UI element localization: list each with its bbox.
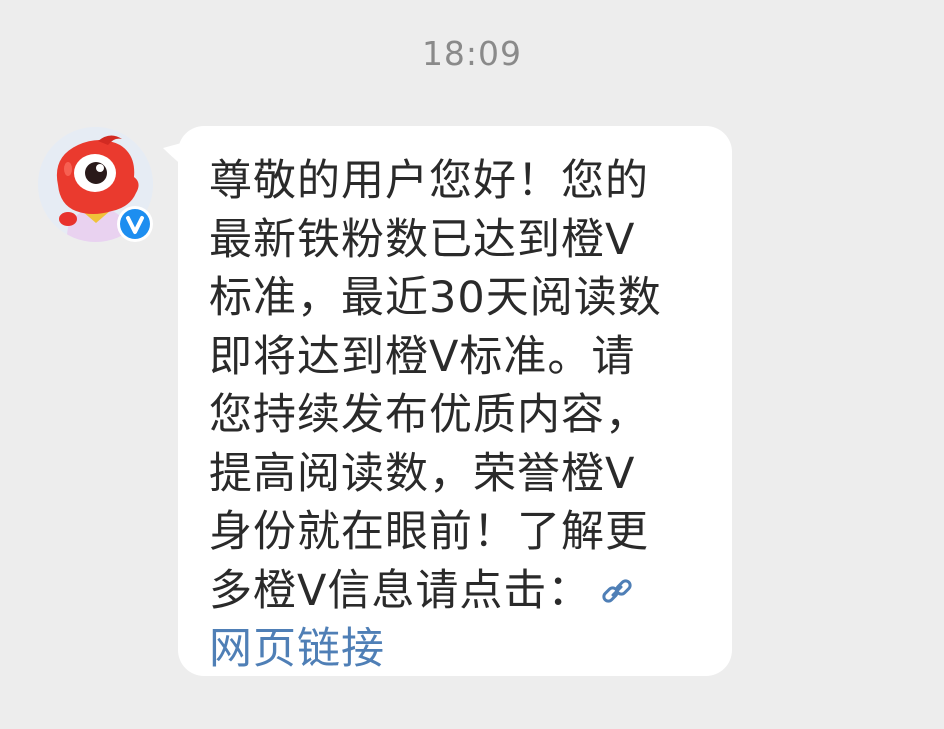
message-line: 尊敬的用户您好！您的 [209,156,649,206]
message-text: 尊敬的用户您好！您的 最新铁粉数已达到橙V 标准，最近30天阅读数 即将达到橙V… [209,152,699,679]
chat-screen: 18:09 尊敬的用户您好！您的 最新铁粉数已达到橙V 标准，最近30天阅读数 … [0,0,944,729]
verified-v-badge-icon [116,205,154,243]
message-line: 您持续发布优质内容， [209,390,649,440]
message-line: 提高阅读数，荣誉橙V [209,448,636,499]
message-line-with-link-icon: 多橙V信息请点击： [209,562,699,621]
message-line: 即将达到橙V标准。请 [209,331,636,382]
web-link[interactable]: 网页链接 [209,620,699,679]
sender-avatar[interactable] [38,127,153,242]
message-line: 多橙V信息请点击： [209,565,592,616]
message-line: 身份就在眼前！了解更 [209,507,649,557]
message-timestamp: 18:09 [421,34,523,73]
link-chain-icon[interactable] [599,566,635,603]
message-line: 最新铁粉数已达到橙V [209,214,636,265]
message-line: 标准，最近30天阅读数 [209,273,662,323]
